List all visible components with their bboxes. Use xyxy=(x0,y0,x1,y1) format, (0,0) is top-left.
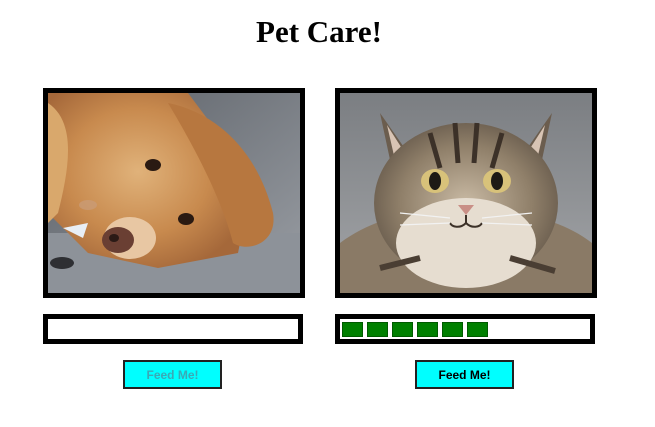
cat-photo xyxy=(340,93,592,293)
hunger-meter-segment xyxy=(442,321,463,337)
hunger-meter-segment xyxy=(467,321,488,337)
page-title: Pet Care! xyxy=(256,14,382,49)
dog-photo xyxy=(48,93,300,293)
cat-photo-frame xyxy=(335,88,597,298)
hunger-meter-segment xyxy=(392,321,413,337)
hunger-meter-segment xyxy=(367,321,388,337)
cat-hunger-meter xyxy=(335,314,595,344)
cat-feed-button[interactable]: Feed Me! xyxy=(415,360,514,389)
hunger-meter-segment xyxy=(342,321,363,337)
dog-photo-frame xyxy=(43,88,305,298)
dog-hunger-meter xyxy=(43,314,303,344)
dog-feed-button[interactable]: Feed Me! xyxy=(123,360,222,389)
hunger-meter-segment xyxy=(417,321,438,337)
